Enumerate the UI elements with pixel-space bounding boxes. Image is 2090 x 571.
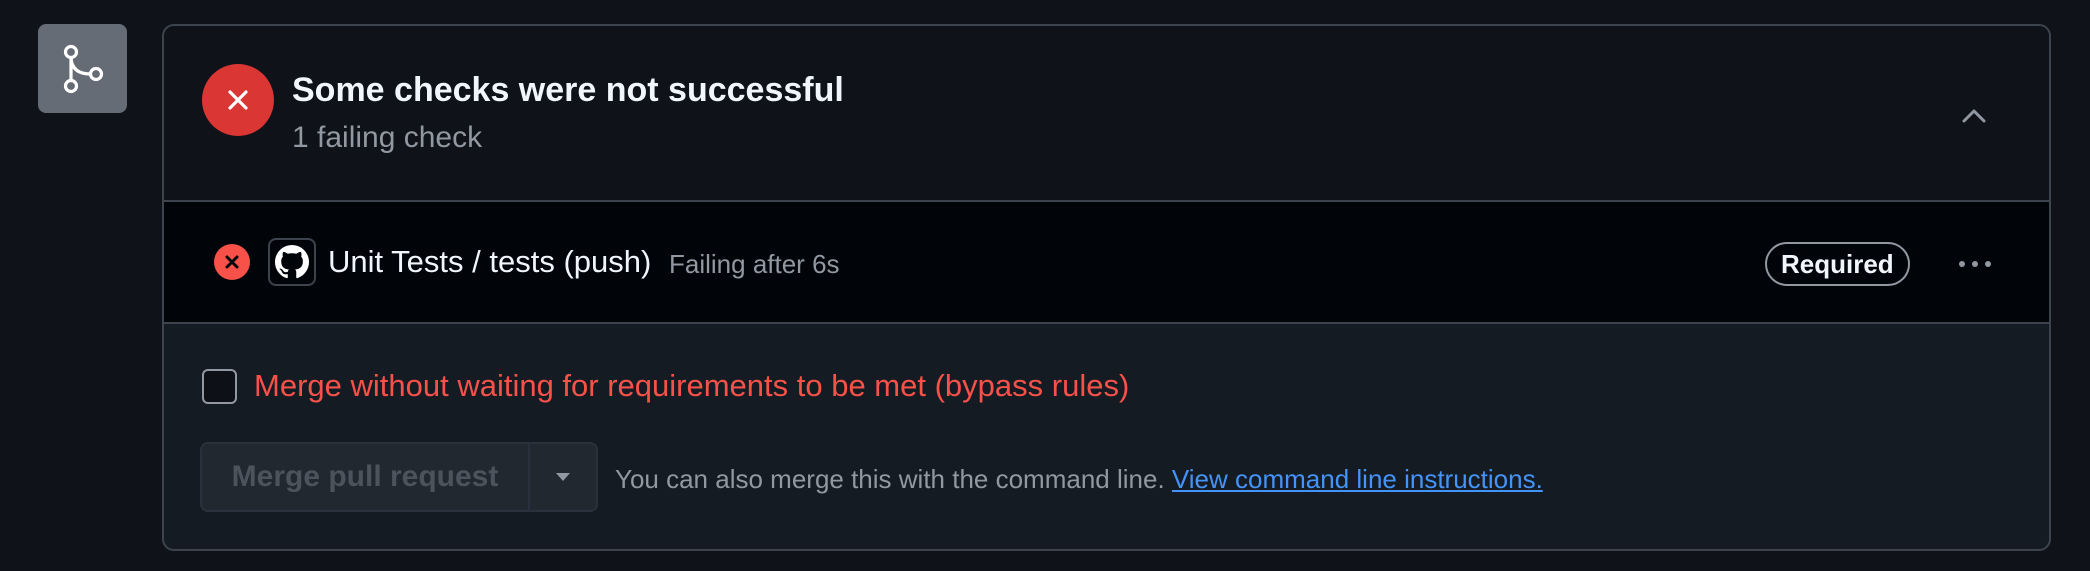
- bypass-rules-option: Merge without waiting for requirements t…: [202, 366, 1129, 406]
- check-run-status: Failing after 6s: [669, 249, 840, 279]
- check-run-row[interactable]: Unit Tests / tests (push) Failing after …: [164, 202, 2049, 324]
- checks-summary-title: Some checks were not successful: [292, 71, 844, 109]
- check-options-button[interactable]: [1950, 244, 2000, 284]
- merge-status-panel: Some checks were not successful 1 failin…: [162, 24, 2051, 551]
- x-circle-icon: [202, 64, 274, 136]
- check-run-name[interactable]: Unit Tests / tests (push): [328, 244, 651, 280]
- chevron-up-icon: [1962, 109, 1986, 123]
- triangle-down-icon: [556, 473, 570, 481]
- merge-pull-request-button[interactable]: Merge pull request: [200, 442, 528, 512]
- bypass-rules-label[interactable]: Merge without waiting for requirements t…: [254, 368, 1129, 404]
- command-line-note-text: You can also merge this with the command…: [615, 464, 1165, 494]
- merge-method-dropdown-button[interactable]: [528, 442, 598, 512]
- merge-box-container: Some checks were not successful 1 failin…: [0, 0, 2090, 571]
- bypass-rules-checkbox[interactable]: [202, 368, 237, 404]
- merge-button-group: Merge pull request: [200, 442, 598, 512]
- collapse-checks-button[interactable]: [1954, 96, 1994, 136]
- checks-summary-subtitle: 1 failing check: [292, 121, 483, 154]
- checks-summary-header: Some checks were not successful 1 failin…: [164, 26, 2049, 202]
- kebab-horizontal-icon: [1959, 261, 1965, 267]
- kebab-horizontal-icon: [1985, 261, 1991, 267]
- github-logo-icon: [268, 238, 316, 286]
- kebab-horizontal-icon: [1972, 261, 1978, 267]
- git-merge-icon: [38, 24, 127, 113]
- required-badge: Required: [1765, 242, 1910, 286]
- view-command-line-instructions-link[interactable]: View command line instructions.: [1172, 464, 1543, 494]
- x-circle-fill-icon: [214, 244, 250, 280]
- command-line-note: You can also merge this with the command…: [615, 464, 1543, 495]
